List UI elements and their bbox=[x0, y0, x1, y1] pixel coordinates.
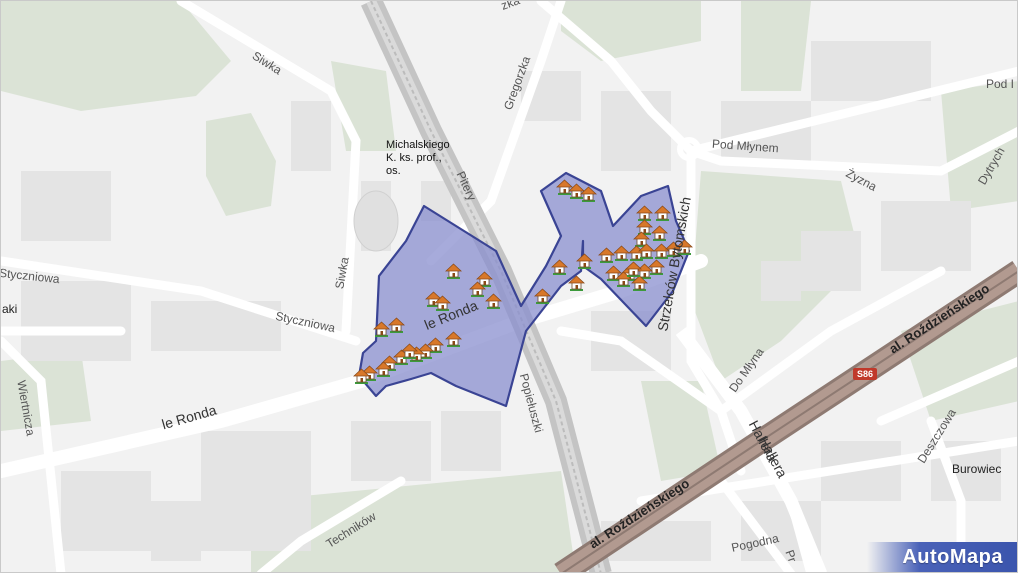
street-label-aki: aki bbox=[2, 302, 18, 316]
street-label-pod-i: Pod I bbox=[986, 77, 1015, 91]
place-label-burowiec: Burowiec bbox=[952, 462, 1002, 476]
stadium bbox=[353, 190, 399, 252]
automapa-logo: AutoMapa bbox=[867, 542, 1017, 572]
map-canvas[interactable]: Siwka Siwka Gregorzka Pitery Pod Młynem … bbox=[0, 0, 1018, 573]
road-badge-s86: S86 bbox=[853, 368, 878, 380]
poi-label-michalskiego: Michalskiego K. ks. prof., os. bbox=[386, 139, 450, 177]
